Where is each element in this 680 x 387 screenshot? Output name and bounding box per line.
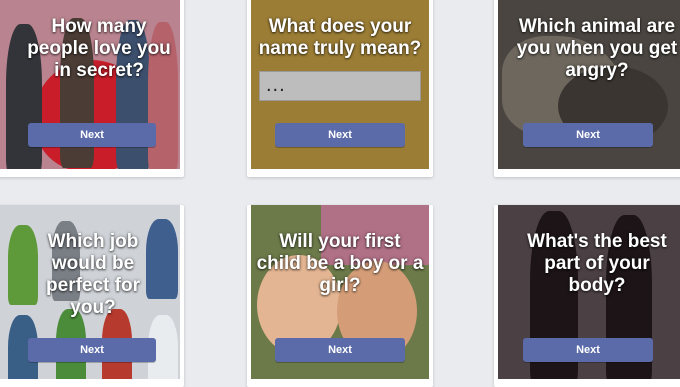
- quiz-question: What's the best part of your body?: [527, 231, 667, 296]
- quiz-question: Will your first child be a boy or a girl…: [256, 231, 424, 296]
- next-button[interactable]: Next: [523, 123, 653, 147]
- quiz-card-image: Which job would be perfect for you? Next: [0, 205, 180, 379]
- quiz-card-image: What's the best part of your body? Next: [498, 205, 680, 379]
- next-button[interactable]: Next: [275, 338, 405, 362]
- next-button[interactable]: Next: [28, 123, 156, 147]
- quiz-card-secret-love[interactable]: How many people love you in secret? Next: [0, 0, 184, 177]
- name-input-value: ...: [266, 74, 286, 96]
- quiz-card-angry-animal[interactable]: Which animal are you when you get angry?…: [494, 0, 680, 177]
- quiz-card-image: What does your name truly mean? ... Next: [251, 0, 429, 169]
- name-input[interactable]: ...: [259, 71, 421, 101]
- quiz-card-image: Will your first child be a boy or a girl…: [251, 205, 429, 379]
- quiz-question: Which job would be perfect for you?: [46, 231, 140, 318]
- quiz-card-best-body-part[interactable]: What's the best part of your body? Next: [494, 205, 680, 387]
- next-button[interactable]: Next: [523, 338, 653, 362]
- next-button[interactable]: Next: [275, 123, 405, 147]
- quiz-question: What does your name truly mean?: [258, 16, 422, 59]
- quiz-card-image: Which animal are you when you get angry?…: [498, 0, 680, 169]
- quiz-card-perfect-job[interactable]: Which job would be perfect for you? Next: [0, 205, 184, 387]
- quiz-card-name-meaning[interactable]: What does your name truly mean? ... Next: [247, 0, 433, 177]
- quiz-question: Which animal are you when you get angry?: [516, 16, 678, 81]
- next-button[interactable]: Next: [28, 338, 156, 362]
- quiz-card-image: How many people love you in secret? Next: [0, 0, 180, 169]
- quiz-card-first-child[interactable]: Will your first child be a boy or a girl…: [247, 205, 433, 387]
- quiz-question: How many people love you in secret?: [27, 16, 171, 81]
